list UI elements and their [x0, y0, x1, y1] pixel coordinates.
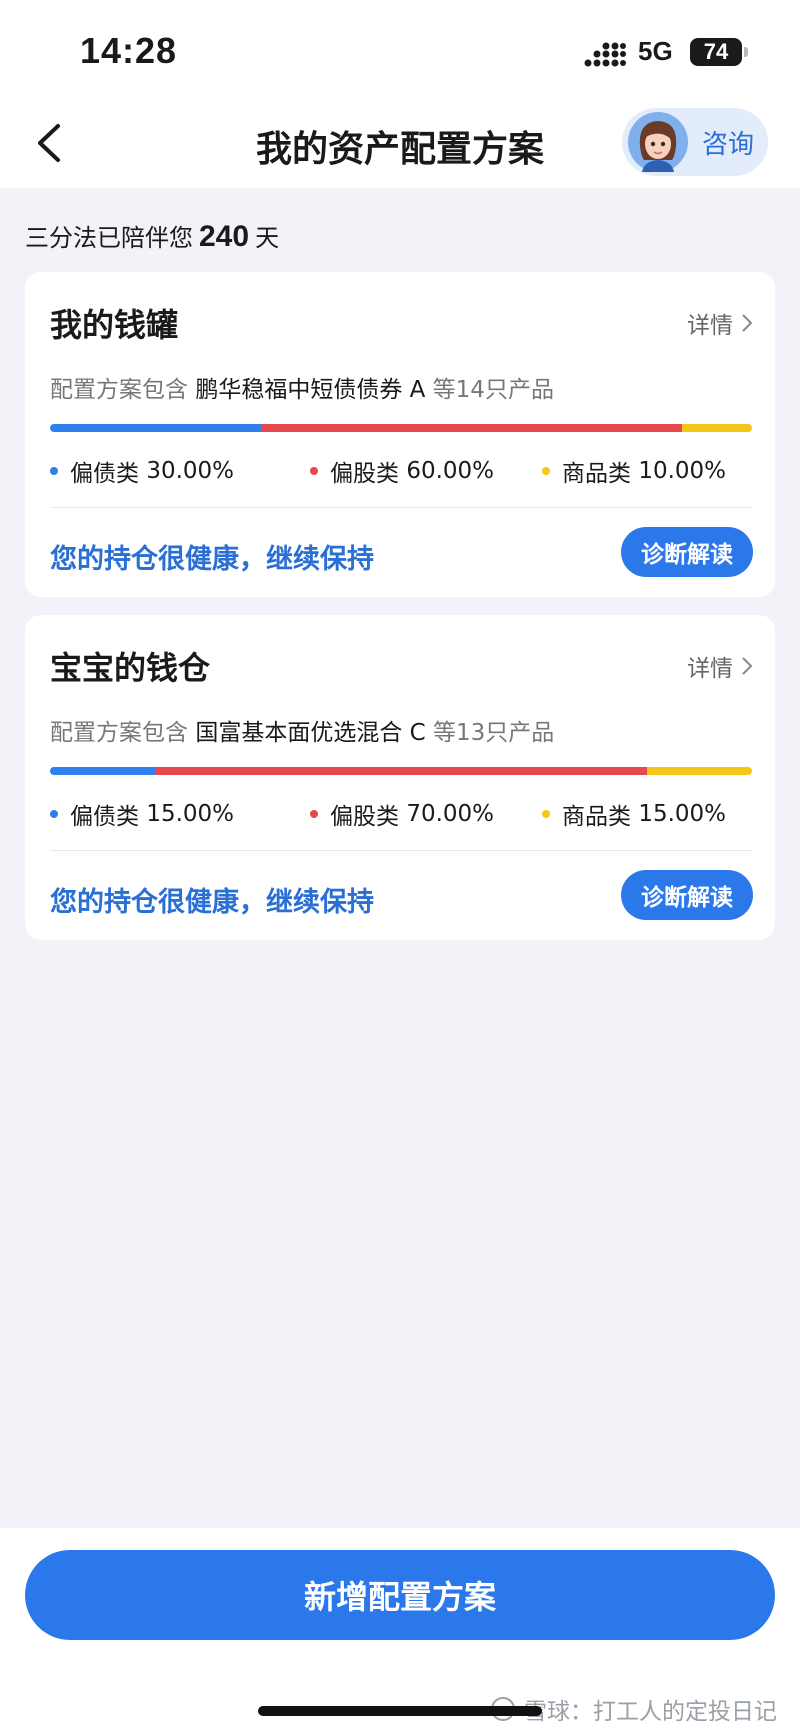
contains-product: 国富基本面优选混合 C — [195, 720, 426, 746]
health-status-text: 您的持仓很健康，继续保持 — [50, 887, 374, 918]
status-time: 14:28 — [80, 30, 178, 71]
legend-label: 偏债类 — [70, 804, 139, 830]
contains-product: 鹏华稳福中短债债券 A — [195, 377, 426, 403]
consult-button[interactable]: 咨询 — [622, 108, 768, 176]
plan-name: 我的钱罐 — [50, 306, 179, 344]
allocation-bar — [50, 424, 752, 432]
chevron-right-icon — [742, 314, 753, 332]
legend-label: 偏股类 — [330, 804, 399, 830]
intro-prefix: 三分法已陪伴您 — [25, 224, 193, 252]
plan-name: 宝宝的钱仓 — [50, 649, 211, 687]
bond-dot-icon — [50, 810, 58, 818]
signal-icon — [584, 42, 626, 67]
detail-label: 详情 — [687, 656, 733, 682]
legend-stock: 偏股类 60.00% — [310, 454, 494, 488]
legend-label: 商品类 — [562, 461, 631, 487]
intro-suffix: 天 — [255, 224, 280, 252]
legend-commodity: 商品类 10.00% — [542, 454, 726, 488]
status-bar: 14:28 5G 74 — [0, 0, 800, 100]
plan-card: 宝宝的钱仓 详情 配置方案包含 国富基本面优选混合 C 等13只产品 偏债类 1… — [25, 615, 775, 940]
intro-days: 240 — [199, 220, 250, 253]
plan-contains-text: 配置方案包含 鹏华稳福中短债债券 A 等14只产品 — [50, 370, 554, 404]
legend-commodity: 商品类 15.00% — [542, 797, 726, 831]
legend-label: 偏债类 — [70, 461, 139, 487]
contains-prefix: 配置方案包含 — [50, 377, 188, 403]
allocation-bar-commodity — [646, 767, 752, 775]
battery-tip — [744, 47, 748, 57]
companion-days-text: 三分法已陪伴您 240 天 — [25, 218, 279, 254]
legend-value: 15.00% — [638, 801, 727, 827]
watermark-text: 雪球：打工人的定投日记 — [524, 1699, 777, 1725]
plan-detail-link[interactable]: 详情 — [687, 649, 753, 683]
allocation-bar — [50, 767, 752, 775]
legend-bond: 偏债类 15.00% — [50, 797, 234, 831]
home-indicator — [258, 1706, 542, 1716]
chevron-right-icon — [742, 657, 753, 675]
legend-label: 偏股类 — [330, 461, 399, 487]
health-status-text: 您的持仓很健康，继续保持 — [50, 544, 374, 575]
stock-dot-icon — [310, 810, 318, 818]
plan-contains-text: 配置方案包含 国富基本面优选混合 C 等13只产品 — [50, 713, 554, 747]
consult-label: 咨询 — [702, 130, 755, 160]
legend-label: 商品类 — [562, 804, 631, 830]
legend-value: 15.00% — [146, 801, 235, 827]
legend-value: 10.00% — [638, 458, 727, 484]
contains-suffix: 等14只产品 — [432, 377, 554, 403]
detail-label: 详情 — [687, 313, 733, 339]
legend-value: 30.00% — [146, 458, 235, 484]
plan-detail-link[interactable]: 详情 — [687, 306, 753, 340]
battery-icon: 74 — [690, 38, 742, 66]
allocation-bar-stock — [260, 424, 682, 432]
contains-suffix: 等13只产品 — [433, 720, 555, 746]
allocation-bar-bond — [50, 424, 261, 432]
allocation-bar-stock — [155, 767, 647, 775]
legend-bond: 偏债类 30.00% — [50, 454, 234, 488]
divider — [50, 850, 752, 851]
network-type: 5G — [638, 36, 673, 66]
legend-value: 60.00% — [406, 458, 495, 484]
contains-prefix: 配置方案包含 — [50, 720, 188, 746]
stock-dot-icon — [310, 467, 318, 475]
legend-stock: 偏股类 70.00% — [310, 797, 494, 831]
commodity-dot-icon — [542, 467, 550, 475]
allocation-bar-commodity — [681, 424, 752, 432]
plan-card: 我的钱罐 详情 配置方案包含 鹏华稳福中短债债券 A 等14只产品 偏债类 30… — [25, 272, 775, 597]
bottom-bar: 新增配置方案 雪球：打工人的定投日记 — [0, 1528, 800, 1731]
battery-level: 74 — [703, 39, 729, 64]
nav-bar: 我的资产配置方案 咨询 — [0, 100, 800, 188]
commodity-dot-icon — [542, 810, 550, 818]
diagnose-button[interactable]: 诊断解读 — [621, 527, 753, 577]
diagnose-button[interactable]: 诊断解读 — [621, 870, 753, 920]
bond-dot-icon — [50, 467, 58, 475]
legend-value: 70.00% — [406, 801, 495, 827]
avatar — [628, 112, 688, 172]
allocation-bar-bond — [50, 767, 156, 775]
add-plan-button[interactable]: 新增配置方案 — [25, 1550, 775, 1640]
divider — [50, 507, 752, 508]
